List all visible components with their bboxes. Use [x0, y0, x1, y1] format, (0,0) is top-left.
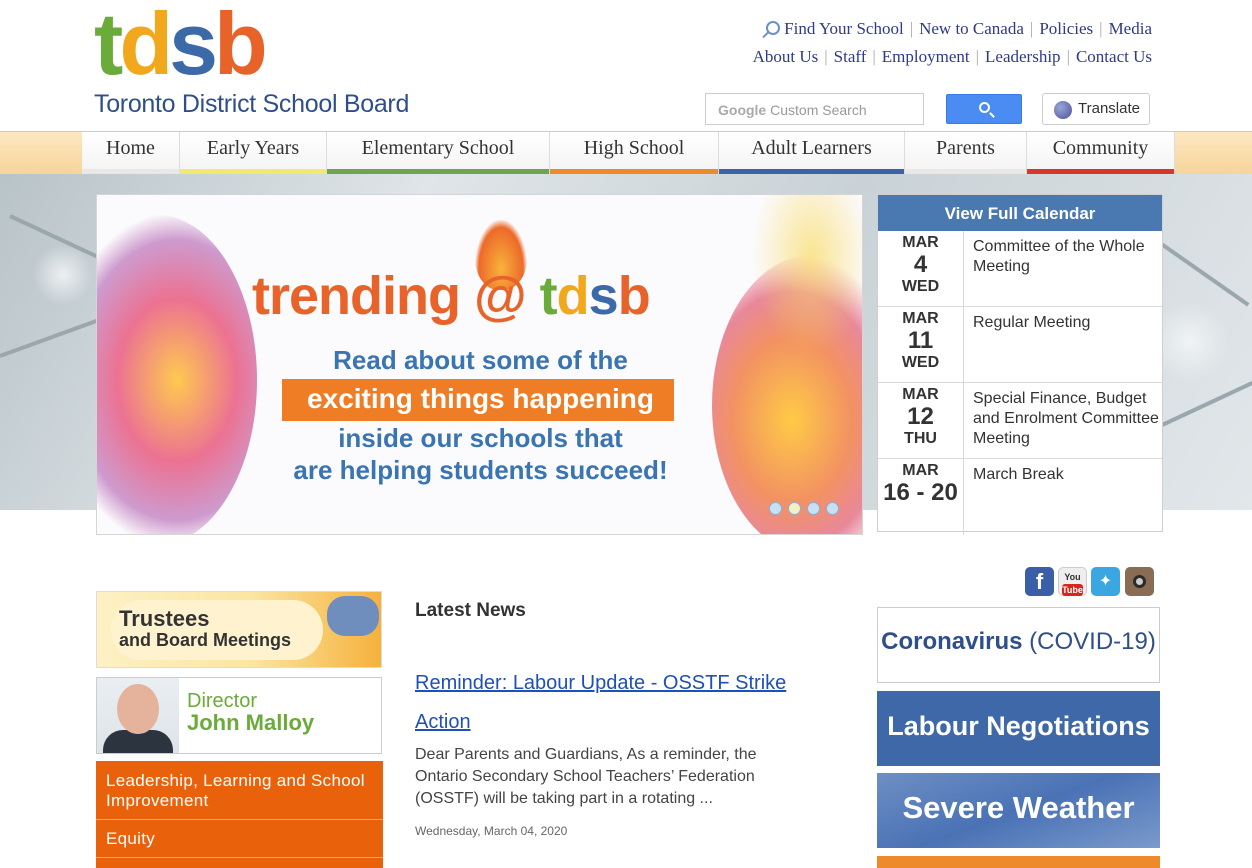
director-banner[interactable]: Director John Malloy [96, 677, 382, 754]
news-date: Wednesday, March 04, 2020 [415, 824, 568, 838]
search-button[interactable] [946, 94, 1022, 124]
translate-label: Translate [1078, 100, 1140, 117]
next-banner[interactable] [877, 856, 1160, 868]
search-placeholder: Custom Search [770, 102, 867, 118]
nav-home[interactable]: Home [82, 132, 180, 175]
nav-adult-learners[interactable]: Adult Learners [719, 132, 905, 175]
calendar-event[interactable]: MAR 16 - 20 March Break [878, 459, 1162, 535]
trustees-banner[interactable]: Trustees and Board Meetings [96, 591, 382, 668]
sidebar-link-next[interactable] [96, 858, 383, 868]
coronavirus-banner[interactable]: Coronavirus (COVID-19) [877, 607, 1160, 683]
director-photo [97, 678, 179, 753]
event-date: MAR 4 WED [878, 231, 964, 306]
event-date: MAR 16 - 20 [878, 459, 964, 535]
news-headline-link[interactable]: Reminder: Labour Update - OSSTF Strike A… [415, 664, 835, 742]
translate-button[interactable]: Translate [1042, 93, 1150, 125]
slider-pagination [769, 502, 839, 515]
main-nav: Home Early Years Elementary School High … [82, 132, 1175, 175]
news-excerpt: Dear Parents and Guardians, As a reminde… [415, 746, 757, 807]
trustees-subtitle: and Board Meetings [119, 630, 292, 650]
youtube-icon[interactable]: You Tube [1058, 567, 1087, 596]
slider-dot-2[interactable] [788, 502, 801, 515]
nav-community[interactable]: Community [1027, 132, 1175, 175]
staff-link[interactable]: Staff [834, 47, 867, 66]
magnifier-icon [979, 102, 990, 113]
globe-icon [1054, 101, 1072, 119]
view-full-calendar-button[interactable]: View Full Calendar [878, 195, 1162, 231]
top-links-row2: About Us | Staff | Employment | Leadership | Con… [752, 47, 1152, 66]
main-nav-bar: Home Early Years Elementary School High … [0, 131, 1252, 175]
about-us-link[interactable]: About Us [753, 47, 819, 66]
nav-early-years[interactable]: Early Years [180, 132, 327, 175]
calendar-event[interactable]: MAR 4 WED Committee of the Whole Meeting [878, 231, 1162, 307]
contact-us-link[interactable]: Contact Us [1076, 47, 1152, 66]
event-title[interactable]: Regular Meeting [973, 313, 1161, 333]
latest-news-heading: Latest News [415, 600, 526, 621]
calendar-event[interactable]: MAR 11 WED Regular Meeting [878, 307, 1162, 383]
employment-link[interactable]: Employment [882, 47, 970, 66]
policies-link[interactable]: Policies [1039, 19, 1093, 38]
tdsb-logo[interactable]: tdsb Toronto District School Board [94, 0, 424, 118]
slider-dot-3[interactable] [807, 502, 820, 515]
search-icon [766, 21, 781, 35]
slide-text-line: are helping students succeed! [293, 455, 668, 485]
new-to-canada-link[interactable]: New to Canada [919, 19, 1024, 38]
slider-dot-1[interactable] [769, 502, 782, 515]
calendar-event[interactable]: MAR 12 THU Special Finance, Budget and Enr… [878, 383, 1162, 459]
trustees-title: Trustees [119, 606, 210, 631]
events-calendar: View Full Calendar MAR 4 WED Committee of … [877, 194, 1163, 535]
director-name: John Malloy [187, 710, 315, 735]
severe-weather-banner[interactable]: Severe Weather [877, 773, 1160, 848]
speech-bubble-icon [327, 596, 379, 636]
nav-elementary-school[interactable]: Elementary School [327, 132, 550, 175]
find-your-school-link[interactable]: Find Your School [784, 19, 904, 38]
search-input[interactable]: Google Custom Search [705, 93, 924, 125]
instagram-icon[interactable] [1125, 567, 1154, 596]
event-date: MAR 11 WED [878, 307, 964, 382]
slide-text-line: inside our schools that [338, 423, 623, 453]
logo-wordmark: tdsb [94, 0, 268, 93]
leadership-link[interactable]: Leadership [985, 47, 1061, 66]
event-title[interactable]: March Break [973, 465, 1161, 485]
slider-dot-4[interactable] [826, 502, 839, 515]
media-link[interactable]: Media [1109, 19, 1152, 38]
hero-slider[interactable]: trending @ tdsb Read about some of the e… [96, 194, 863, 535]
top-links-row1: Find Your School | New to Canada | Policies |… [766, 19, 1152, 39]
google-brand: Google [718, 102, 767, 118]
facebook-icon[interactable]: f [1025, 567, 1054, 596]
slide-text-line: Read about some of the [333, 345, 628, 375]
twitter-icon[interactable]: ✦ [1091, 567, 1120, 596]
event-date: MAR 12 THU [878, 383, 964, 458]
event-title[interactable]: Special Finance, Budget and Enrolment Co… [973, 389, 1161, 449]
slide-text-highlight: exciting things happening [307, 383, 654, 414]
leadership-learning-link[interactable]: Leadership, Learning and School Improvem… [96, 761, 383, 820]
slide-title: trending @ tdsb [252, 266, 651, 326]
labour-negotiations-banner[interactable]: Labour Negotiations [877, 691, 1160, 766]
nav-high-school[interactable]: High School [550, 132, 719, 175]
event-title[interactable]: Committee of the Whole Meeting [973, 237, 1161, 277]
equity-link[interactable]: Equity [96, 820, 383, 858]
board-name: Toronto District School Board [94, 90, 410, 118]
nav-parents[interactable]: Parents [905, 132, 1027, 175]
